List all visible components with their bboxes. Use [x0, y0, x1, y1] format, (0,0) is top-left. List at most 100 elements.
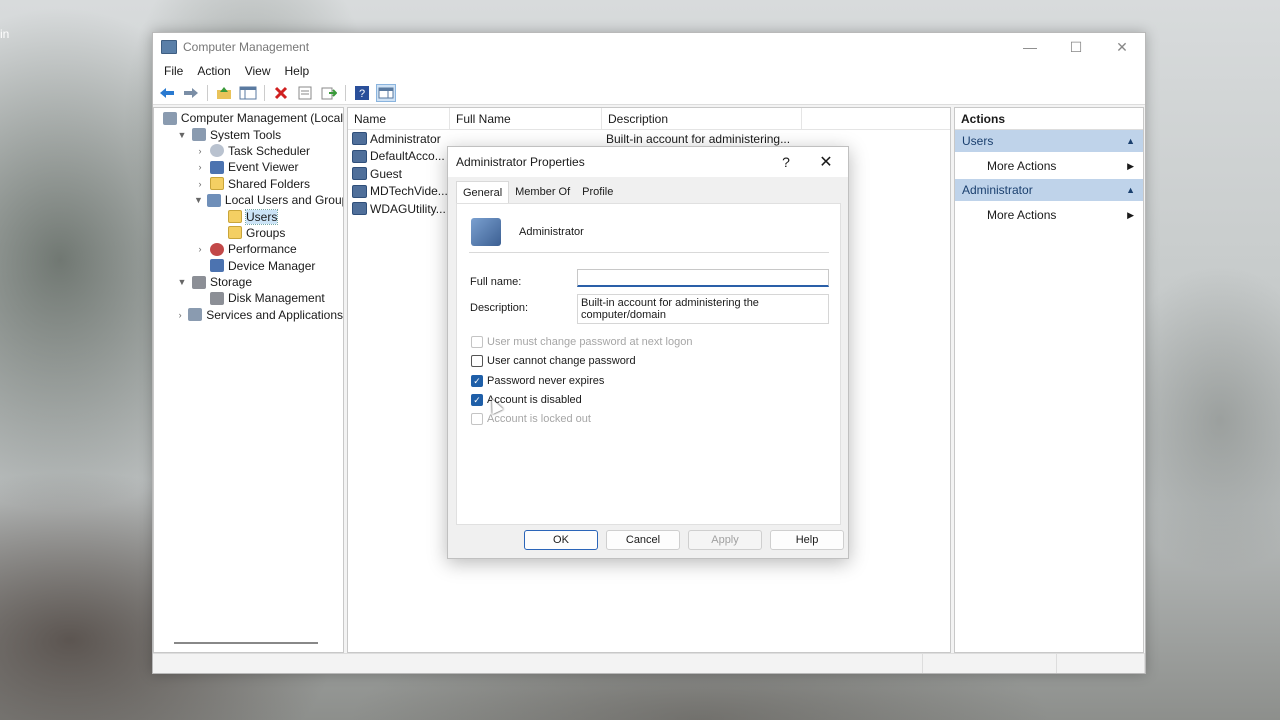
export-icon[interactable] — [319, 84, 339, 102]
actions-section-administrator[interactable]: Administrator ▲ — [955, 179, 1143, 201]
tree-item[interactable]: › Performance — [154, 241, 343, 257]
expand-right-icon[interactable]: › — [194, 146, 206, 156]
dialog-title: Administrator Properties — [456, 155, 585, 169]
tree-item[interactable]: › Shared Folders — [154, 176, 343, 192]
tree-item[interactable]: Disk Management — [154, 290, 343, 306]
list-header: Name Full Name Description — [348, 108, 950, 130]
tree-item-label: Storage — [210, 275, 253, 290]
gear-icon — [192, 128, 206, 142]
tree-item[interactable]: › Services and Applications — [154, 307, 343, 323]
status-cell — [1057, 654, 1145, 673]
up-folder-icon[interactable] — [214, 84, 234, 102]
actions-pane: Actions Users ▲ More Actions ▶ Administr… — [954, 107, 1144, 653]
menu-view[interactable]: View — [238, 64, 278, 78]
toolbar-separator — [207, 84, 208, 101]
expand-down-icon[interactable]: ▼ — [176, 130, 188, 140]
navigation-tree: Computer Management (Local ▼ System Tools ›… — [153, 107, 344, 653]
tab-member-of[interactable]: Member Of — [509, 181, 576, 203]
full-name-field[interactable] — [577, 269, 829, 287]
dialog-help-icon[interactable]: ? — [768, 154, 804, 170]
description-cell: Built-in account for administering... — [606, 131, 791, 146]
column-description[interactable]: Description — [602, 108, 802, 129]
collapse-up-icon[interactable]: ▲ — [1126, 136, 1135, 146]
help-button[interactable]: Help — [770, 530, 844, 550]
full-name-label: Full name: — [470, 276, 522, 288]
dialog-titlebar[interactable]: Administrator Properties ? ✕ — [448, 147, 848, 177]
collapse-up-icon[interactable]: ▲ — [1126, 185, 1135, 195]
ok-button[interactable]: OK — [524, 530, 598, 550]
back-arrow-icon[interactable] — [157, 84, 177, 102]
checkbox-row: Account is locked out — [471, 413, 591, 425]
action-pane-icon[interactable] — [376, 83, 396, 102]
blue-icon — [210, 259, 224, 273]
column-full-name[interactable]: Full Name — [450, 108, 602, 129]
tree-item[interactable]: ▼ Local Users and Groups — [154, 192, 343, 208]
user-name: MDTechVide... — [370, 184, 448, 199]
tree-item-label: Task Scheduler — [228, 143, 311, 158]
forward-arrow-icon[interactable] — [181, 84, 201, 102]
tree-item[interactable]: Computer Management (Local — [154, 110, 343, 126]
more-actions-label: More Actions — [987, 208, 1057, 222]
tree-item-label: Services and Applications — [206, 307, 343, 322]
cancel-button[interactable]: Cancel — [606, 530, 680, 550]
user-account-name: Administrator — [519, 226, 584, 238]
maximize-button[interactable]: ☐ — [1053, 33, 1099, 61]
users-icon — [206, 193, 221, 207]
properties-icon[interactable] — [295, 84, 315, 102]
svg-text:?: ? — [359, 88, 365, 100]
tree-item-label: Performance — [228, 242, 297, 257]
tab-general[interactable]: General — [456, 181, 510, 203]
menu-file[interactable]: File — [157, 64, 190, 78]
close-button[interactable]: ✕ — [1099, 33, 1145, 61]
checkbox-row[interactable]: User cannot change password — [471, 355, 636, 367]
checkbox-checked[interactable]: ✓ — [471, 394, 483, 406]
menu-bar: File Action View Help — [153, 61, 1145, 81]
folder-icon — [228, 226, 242, 240]
expand-right-icon[interactable]: › — [194, 244, 206, 254]
checkbox-checked[interactable]: ✓ — [471, 375, 483, 387]
user-icon — [352, 132, 367, 146]
toolbar: ? — [153, 81, 1145, 105]
apply-button[interactable]: Apply — [688, 530, 762, 550]
tree-item[interactable]: Device Manager — [154, 258, 343, 274]
table-row[interactable]: Administrator Built-in account for admini… — [348, 130, 950, 148]
more-actions-administrator[interactable]: More Actions ▶ — [955, 202, 1143, 228]
tab-profile[interactable]: Profile — [576, 181, 619, 203]
window-titlebar[interactable]: Computer Management — ☐ ✕ — [153, 33, 1145, 61]
more-actions-users[interactable]: More Actions ▶ — [955, 153, 1143, 179]
expand-down-icon[interactable]: ▼ — [194, 195, 203, 205]
expand-right-icon[interactable]: › — [176, 310, 184, 320]
tree-item[interactable]: ▼ Storage — [154, 274, 343, 290]
expand-right-icon[interactable]: › — [194, 162, 206, 172]
tree-item[interactable]: › Event Viewer — [154, 159, 343, 175]
expand-down-icon[interactable]: ▼ — [176, 277, 188, 287]
column-name[interactable]: Name — [348, 108, 450, 129]
tree-item[interactable]: ▼ System Tools — [154, 126, 343, 142]
expand-right-icon[interactable]: › — [194, 179, 206, 189]
show-hide-tree-icon[interactable] — [238, 84, 258, 102]
submenu-arrow-icon: ▶ — [1127, 209, 1134, 220]
menu-help[interactable]: Help — [278, 64, 317, 78]
tree-item[interactable]: Users — [154, 208, 343, 225]
minimize-button[interactable]: — — [1007, 33, 1053, 61]
horizontal-scrollbar[interactable] — [174, 642, 318, 644]
help-icon[interactable]: ? — [352, 84, 372, 102]
checkbox-unchecked — [471, 336, 483, 348]
actions-section-users[interactable]: Users ▲ — [955, 130, 1143, 152]
description-field[interactable]: Built-in account for administering the c… — [577, 294, 829, 324]
red-icon — [210, 242, 224, 256]
checkbox-row: User must change password at next logon — [471, 336, 692, 348]
checkbox-label: User must change password at next logon — [487, 336, 693, 348]
user-icon — [352, 167, 367, 181]
general-tab-panel: Administrator Full name: Description: Bu… — [456, 203, 844, 550]
tree-item-label: Groups — [246, 225, 286, 240]
delete-icon[interactable] — [271, 84, 291, 102]
tree-item[interactable]: › Task Scheduler — [154, 143, 343, 159]
folder-icon — [210, 177, 224, 191]
tree-item[interactable]: Groups — [154, 225, 343, 241]
dialog-close-icon[interactable]: ✕ — [804, 152, 848, 172]
menu-action[interactable]: Action — [190, 64, 237, 78]
checkbox-row[interactable]: ✓ Password never expires — [471, 375, 604, 387]
checkbox-label: Account is locked out — [487, 413, 591, 425]
checkbox-unchecked[interactable] — [471, 355, 483, 367]
